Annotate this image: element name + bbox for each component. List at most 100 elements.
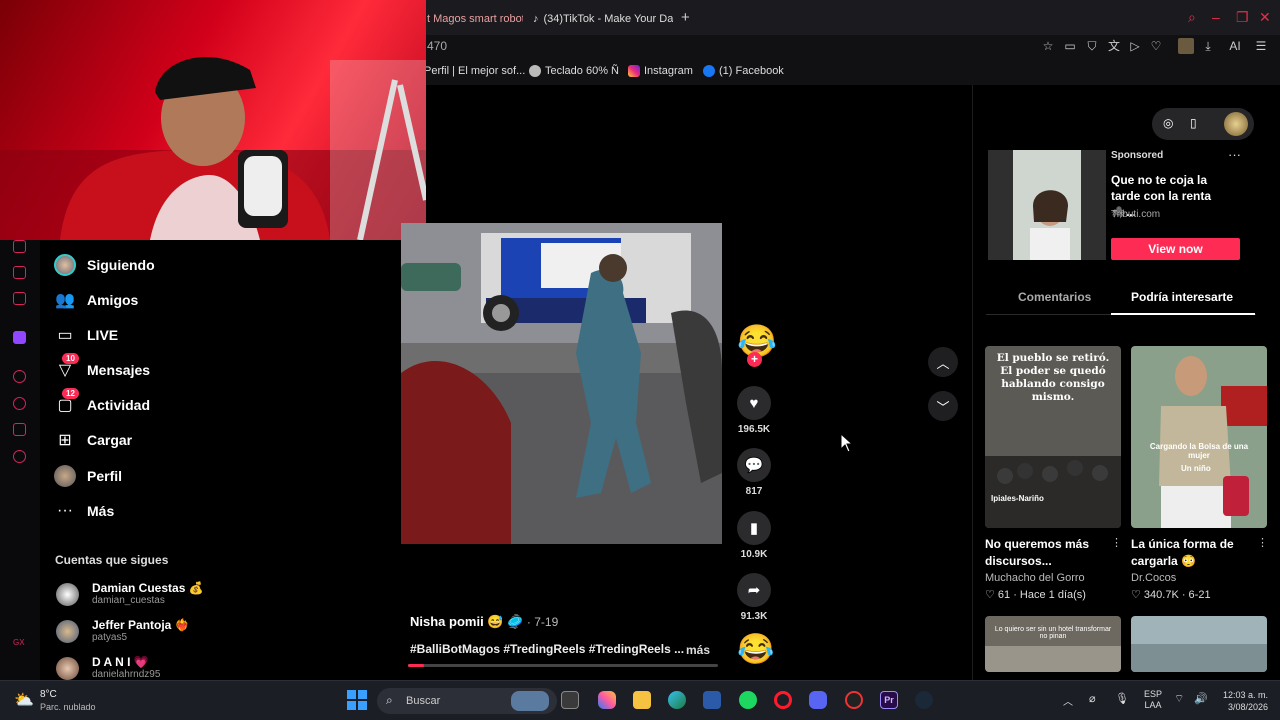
lang-bottom: LAA [1144, 700, 1162, 710]
sidebar-item-cargar[interactable]: ⊞ Cargar [54, 428, 132, 452]
user-avatar[interactable] [1224, 112, 1248, 136]
suggested-video-card[interactable]: El pueblo se retiró. El poder se quedó h… [985, 346, 1122, 601]
tray-network-off-icon[interactable]: ⌀ [1089, 692, 1096, 705]
heart-icon[interactable]: ♡ [1148, 38, 1164, 54]
store-icon[interactable] [703, 691, 721, 709]
file-explorer-icon[interactable] [633, 691, 651, 709]
bookmark-icon[interactable]: ☆ [1040, 38, 1056, 54]
caption-more-link[interactable]: más [686, 643, 710, 657]
microphone-icon[interactable]: 🎙 [1115, 692, 1129, 705]
spotify-icon[interactable] [739, 691, 757, 709]
video-progress-bar[interactable] [408, 664, 718, 667]
bookmark-teclado[interactable]: Teclado 60% Ñ [529, 65, 619, 77]
rail-icon[interactable] [13, 370, 26, 383]
ad-domain: Tributi.com [1111, 209, 1161, 220]
avatar [56, 657, 79, 680]
card-menu-icon[interactable]: ⋮ [1111, 536, 1122, 549]
rail-icon[interactable] [13, 240, 26, 253]
tray-chevron-up-icon[interactable]: ︿ [1063, 693, 1073, 708]
next-video-button[interactable]: ﹀ [928, 391, 958, 421]
minimize-icon[interactable]: – [1212, 9, 1220, 25]
comment-button[interactable]: 💬 817 [737, 448, 771, 497]
volume-icon[interactable]: 🔊 [1194, 692, 1208, 705]
language-indicator[interactable]: ESP LAA [1144, 689, 1162, 711]
premiere-icon[interactable]: Pr [880, 691, 898, 709]
play-icon[interactable]: ▷ [1127, 38, 1143, 54]
ad-cta-button[interactable]: View now [1111, 238, 1240, 260]
sidebar-item-siguiendo[interactable]: Siguiendo [54, 253, 155, 277]
download-icon[interactable]: ⤓ [1200, 38, 1216, 54]
sidebar-item-perfil[interactable]: Perfil [54, 464, 122, 488]
previous-video-button[interactable]: ︿ [928, 347, 958, 377]
rail-icon[interactable] [13, 266, 26, 279]
video-player[interactable] [401, 223, 722, 544]
clock-icon[interactable] [13, 397, 26, 410]
weather-desc[interactable]: Parc. nublado [40, 702, 96, 712]
bookmark-facebook[interactable]: (1) Facebook [703, 65, 784, 77]
translate-icon[interactable]: 文 [1106, 38, 1122, 54]
discord-icon[interactable] [809, 691, 827, 709]
weather-temp[interactable]: 8°C [40, 689, 57, 700]
rail-icon[interactable] [13, 292, 26, 305]
follow-plus-icon[interactable]: + [747, 352, 762, 367]
sidebar-item-actividad[interactable]: ▢ 12 Actividad [54, 388, 150, 417]
snapshot-icon[interactable]: ▭ [1062, 38, 1078, 54]
close-icon[interactable]: ✕ [1259, 9, 1271, 26]
menu-icon[interactable]: ☰ [1253, 38, 1269, 54]
compass-icon[interactable]: ◎ [1163, 116, 1173, 130]
wifi-icon[interactable]: ⌔ [1174, 692, 1184, 706]
tab-magos[interactable]: t Magos smart robot [427, 8, 523, 30]
copilot-icon[interactable] [598, 691, 616, 709]
follow-name: Jeffer Pantoja ❤‍🔥 [92, 618, 190, 632]
card-author[interactable]: Dr.Cocos [1131, 572, 1176, 584]
bookmark-perfil[interactable]: Perfil | El mejor sof... [424, 65, 525, 77]
share-button[interactable]: ➦ 91.3K [737, 573, 771, 622]
twitch-icon[interactable] [13, 331, 26, 344]
like-button[interactable]: ♥ 196.5K [737, 386, 771, 435]
new-tab-button[interactable]: + [681, 9, 690, 26]
taskbar-search[interactable]: ⌕ [377, 688, 557, 714]
video-frame [401, 223, 722, 544]
settings-icon[interactable] [13, 450, 26, 463]
tab-comentarios[interactable]: Comentarios [1018, 290, 1091, 304]
opera-gx-icon[interactable] [774, 691, 792, 709]
ai-button[interactable]: AI [1224, 38, 1246, 54]
sidebar-item-amigos[interactable]: 👥 Amigos [54, 288, 138, 312]
rail-icon[interactable]: GX [13, 638, 26, 651]
weather-icon[interactable]: ⛅ [14, 690, 34, 710]
rail-icon[interactable] [13, 423, 26, 436]
windows-start-icon[interactable] [347, 690, 367, 710]
tab-podria-interesarte[interactable]: Podría interesarte [1131, 290, 1233, 304]
avatar-extension-icon[interactable] [1178, 38, 1194, 54]
share-icon: ➦ [737, 573, 771, 607]
steam-icon[interactable] [915, 691, 933, 709]
ad-thumbnail[interactable] [988, 150, 1106, 260]
heart-icon: ♥ [737, 386, 771, 420]
clock-date: 3/08/2026 [1227, 702, 1268, 712]
taskbar-clock[interactable]: 12:03 a. m. 3/08/2026 [1222, 689, 1268, 713]
suggested-video-card[interactable]: Lo quiero ser sin un hotel transformar n… [985, 616, 1121, 672]
video-hashtags[interactable]: #BalliBotMagos #TredingReels #TredingRee… [410, 642, 684, 656]
maximize-icon[interactable]: ❐ [1236, 9, 1249, 26]
app-icon[interactable] [845, 691, 863, 709]
card-author[interactable]: Muchacho del Gorro [985, 572, 1085, 584]
bookmark-instagram[interactable]: Instagram [628, 65, 693, 77]
tab-tiktok[interactable]: ♪ (34)TikTok - Make Your Da [533, 8, 673, 30]
shield-icon[interactable]: ⛉ [1084, 38, 1100, 54]
suggested-video-card[interactable]: Cargando la Bolsa de una mujer Un niño L… [1131, 346, 1268, 601]
task-view-icon[interactable] [561, 691, 579, 709]
ad-menu-icon[interactable]: ··· [1228, 147, 1241, 162]
music-disc[interactable]: 😂 [737, 633, 774, 667]
sidebar-item-mensajes[interactable]: ▽ 10 Mensajes [54, 353, 150, 382]
suggested-video-card[interactable] [1131, 616, 1267, 672]
search-icon[interactable]: ⌕ [1188, 9, 1196, 26]
edge-icon[interactable] [668, 691, 686, 709]
card-menu-icon[interactable]: ⋮ [1257, 536, 1268, 549]
author-avatar-follow[interactable]: 😂 + [737, 323, 777, 367]
save-button[interactable]: ▮ 10.9K [737, 511, 771, 560]
phone-icon[interactable]: ▯ [1190, 116, 1197, 130]
follow-handle: damian_cuestas [92, 595, 165, 606]
sidebar-item-mas[interactable]: ··· Más [54, 499, 114, 523]
video-author[interactable]: Nisha pomii 😅 🥏 · 7-19 [410, 614, 558, 630]
sidebar-item-live[interactable]: ▭ LIVE [54, 323, 118, 347]
